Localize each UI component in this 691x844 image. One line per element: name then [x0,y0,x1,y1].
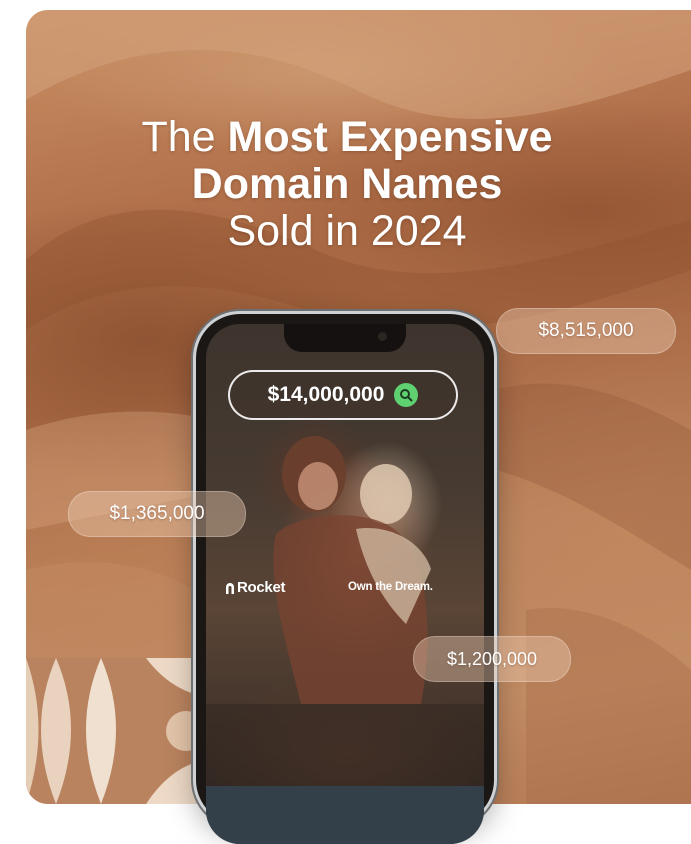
headline: The Most Expensive Domain Names Sold in … [26,114,668,255]
price-bubble: $1,365,000 [68,491,246,537]
phone-screen: $14,000,000 Rocket Own the Dream. [206,324,484,844]
price-bubble: $1,200,000 [413,636,571,682]
rocket-logo: Rocket [224,579,286,596]
phone-bottom-bar [206,786,484,844]
domain-search-bar[interactable]: $14,000,000 [228,370,458,420]
headline-line-1: The Most Expensive [26,114,668,161]
search-amount: $14,000,000 [267,383,385,406]
headline-bold-1: Most Expensive [227,113,553,161]
phone-mockup: $14,000,000 Rocket Own the Dream. [196,314,494,844]
price-bubble: $8,515,000 [496,308,676,354]
search-icon[interactable] [394,383,419,407]
ad-tagline: Own the Dream. [348,581,433,593]
camera-dot [378,332,387,341]
headline-line-3: Sold in 2024 [227,207,467,255]
rocket-logo-icon [226,582,234,594]
headline-line-2: Domain Names [191,160,503,208]
rocket-brand-name: Rocket [237,579,286,596]
headline-regular-1: The [141,113,216,161]
decorative-tile-pattern [26,658,222,804]
phone-notch [284,324,406,352]
